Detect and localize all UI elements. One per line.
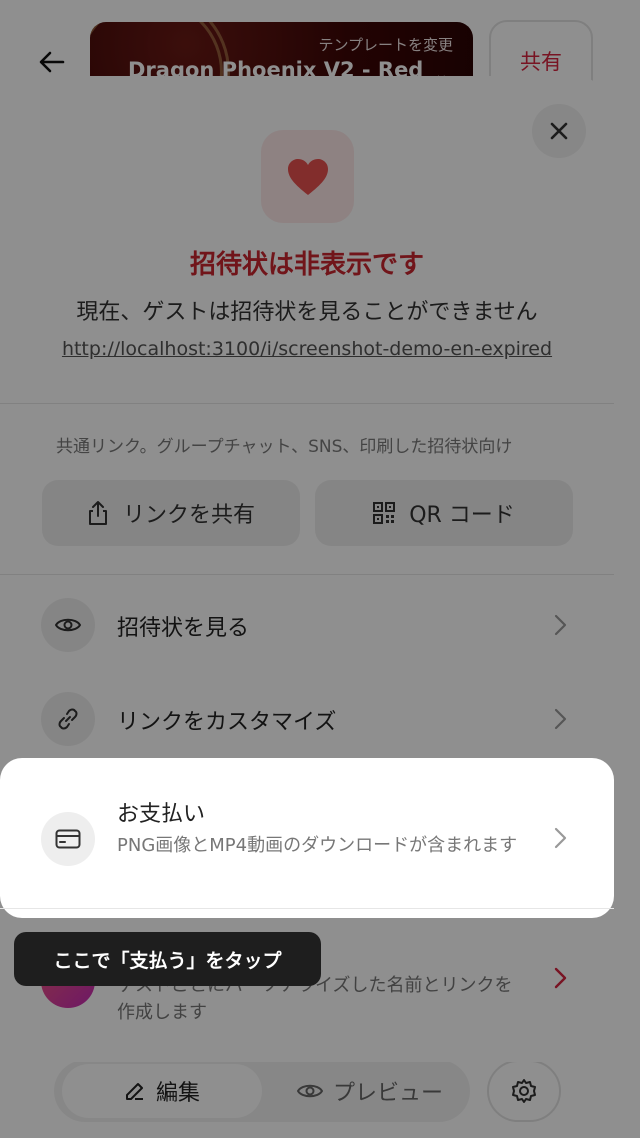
- status-icon-tile: [261, 130, 354, 223]
- share-caption: 共通リンク。グループチャット、SNS、印刷した招待状向け: [56, 437, 513, 457]
- customize-link-row[interactable]: リンクをカスタマイズ: [0, 692, 614, 752]
- row-icon-circle: [41, 598, 95, 652]
- qr-code-button[interactable]: QR コード: [315, 480, 573, 546]
- row-icon-circle: [41, 692, 95, 746]
- share-link-label: リンクを共有: [122, 503, 255, 528]
- screen: テンプレートを変更 Dragon Phoenix V2 - Red ⌄ 共有 編…: [0, 0, 640, 1138]
- qr-code-icon: [373, 502, 396, 524]
- eye-icon: [296, 1084, 323, 1098]
- preview-label: プレビュー: [332, 1081, 443, 1106]
- right-edge-strip: [614, 0, 640, 1138]
- qr-code-label: QR コード: [409, 503, 515, 528]
- share-upload-icon: [88, 501, 107, 525]
- share-button-label: 共有: [520, 50, 562, 74]
- close-button[interactable]: [532, 104, 586, 158]
- chevron-right-icon: [550, 827, 570, 849]
- row-divider: [0, 908, 614, 909]
- payment-row[interactable]: お支払い PNG画像とMP4動画のダウンロードが含まれます: [0, 758, 614, 918]
- arrow-left-icon: [39, 51, 65, 73]
- pencil-icon: [125, 1083, 143, 1100]
- eye-icon: [55, 618, 81, 632]
- template-change-label: テンプレートを変更: [318, 36, 453, 54]
- credit-card-icon: [55, 829, 81, 849]
- status-subtitle: 現在、ゲストは招待状を見ることができません: [76, 300, 538, 325]
- row-icon-circle: [41, 812, 95, 866]
- payment-description: PNG画像とMP4動画のダウンロードが含まれます: [117, 835, 518, 856]
- tooltip-text: ここで「支払う」をタップ: [53, 949, 282, 972]
- tap-here-tooltip: ここで「支払う」をタップ: [14, 932, 321, 986]
- view-invitation-row[interactable]: 招待状を見る: [0, 598, 614, 658]
- heart-icon: [287, 158, 328, 195]
- payment-label: お支払い: [117, 802, 206, 827]
- chevron-right-icon[interactable]: [550, 967, 570, 989]
- view-invitation-label: 招待状を見る: [117, 616, 250, 641]
- settings-button[interactable]: [487, 1060, 561, 1122]
- section-divider: [0, 574, 614, 575]
- link-icon: [58, 708, 78, 730]
- customize-link-label: リンクをカスタマイズ: [117, 710, 337, 735]
- preview-button[interactable]: プレビュー: [280, 1064, 460, 1118]
- gear-icon: [512, 1079, 536, 1103]
- invitation-url-link[interactable]: http://localhost:3100/i/screenshot-demo-…: [0, 338, 614, 360]
- edit-button[interactable]: 編集: [62, 1064, 262, 1118]
- close-icon: [550, 122, 568, 140]
- share-link-button[interactable]: リンクを共有: [42, 480, 300, 546]
- edit-label: 編集: [155, 1081, 200, 1106]
- chevron-right-icon: [550, 708, 570, 730]
- section-divider: [0, 403, 614, 404]
- status-title: 招待状は非表示です: [189, 250, 424, 280]
- chevron-right-icon: [550, 614, 570, 636]
